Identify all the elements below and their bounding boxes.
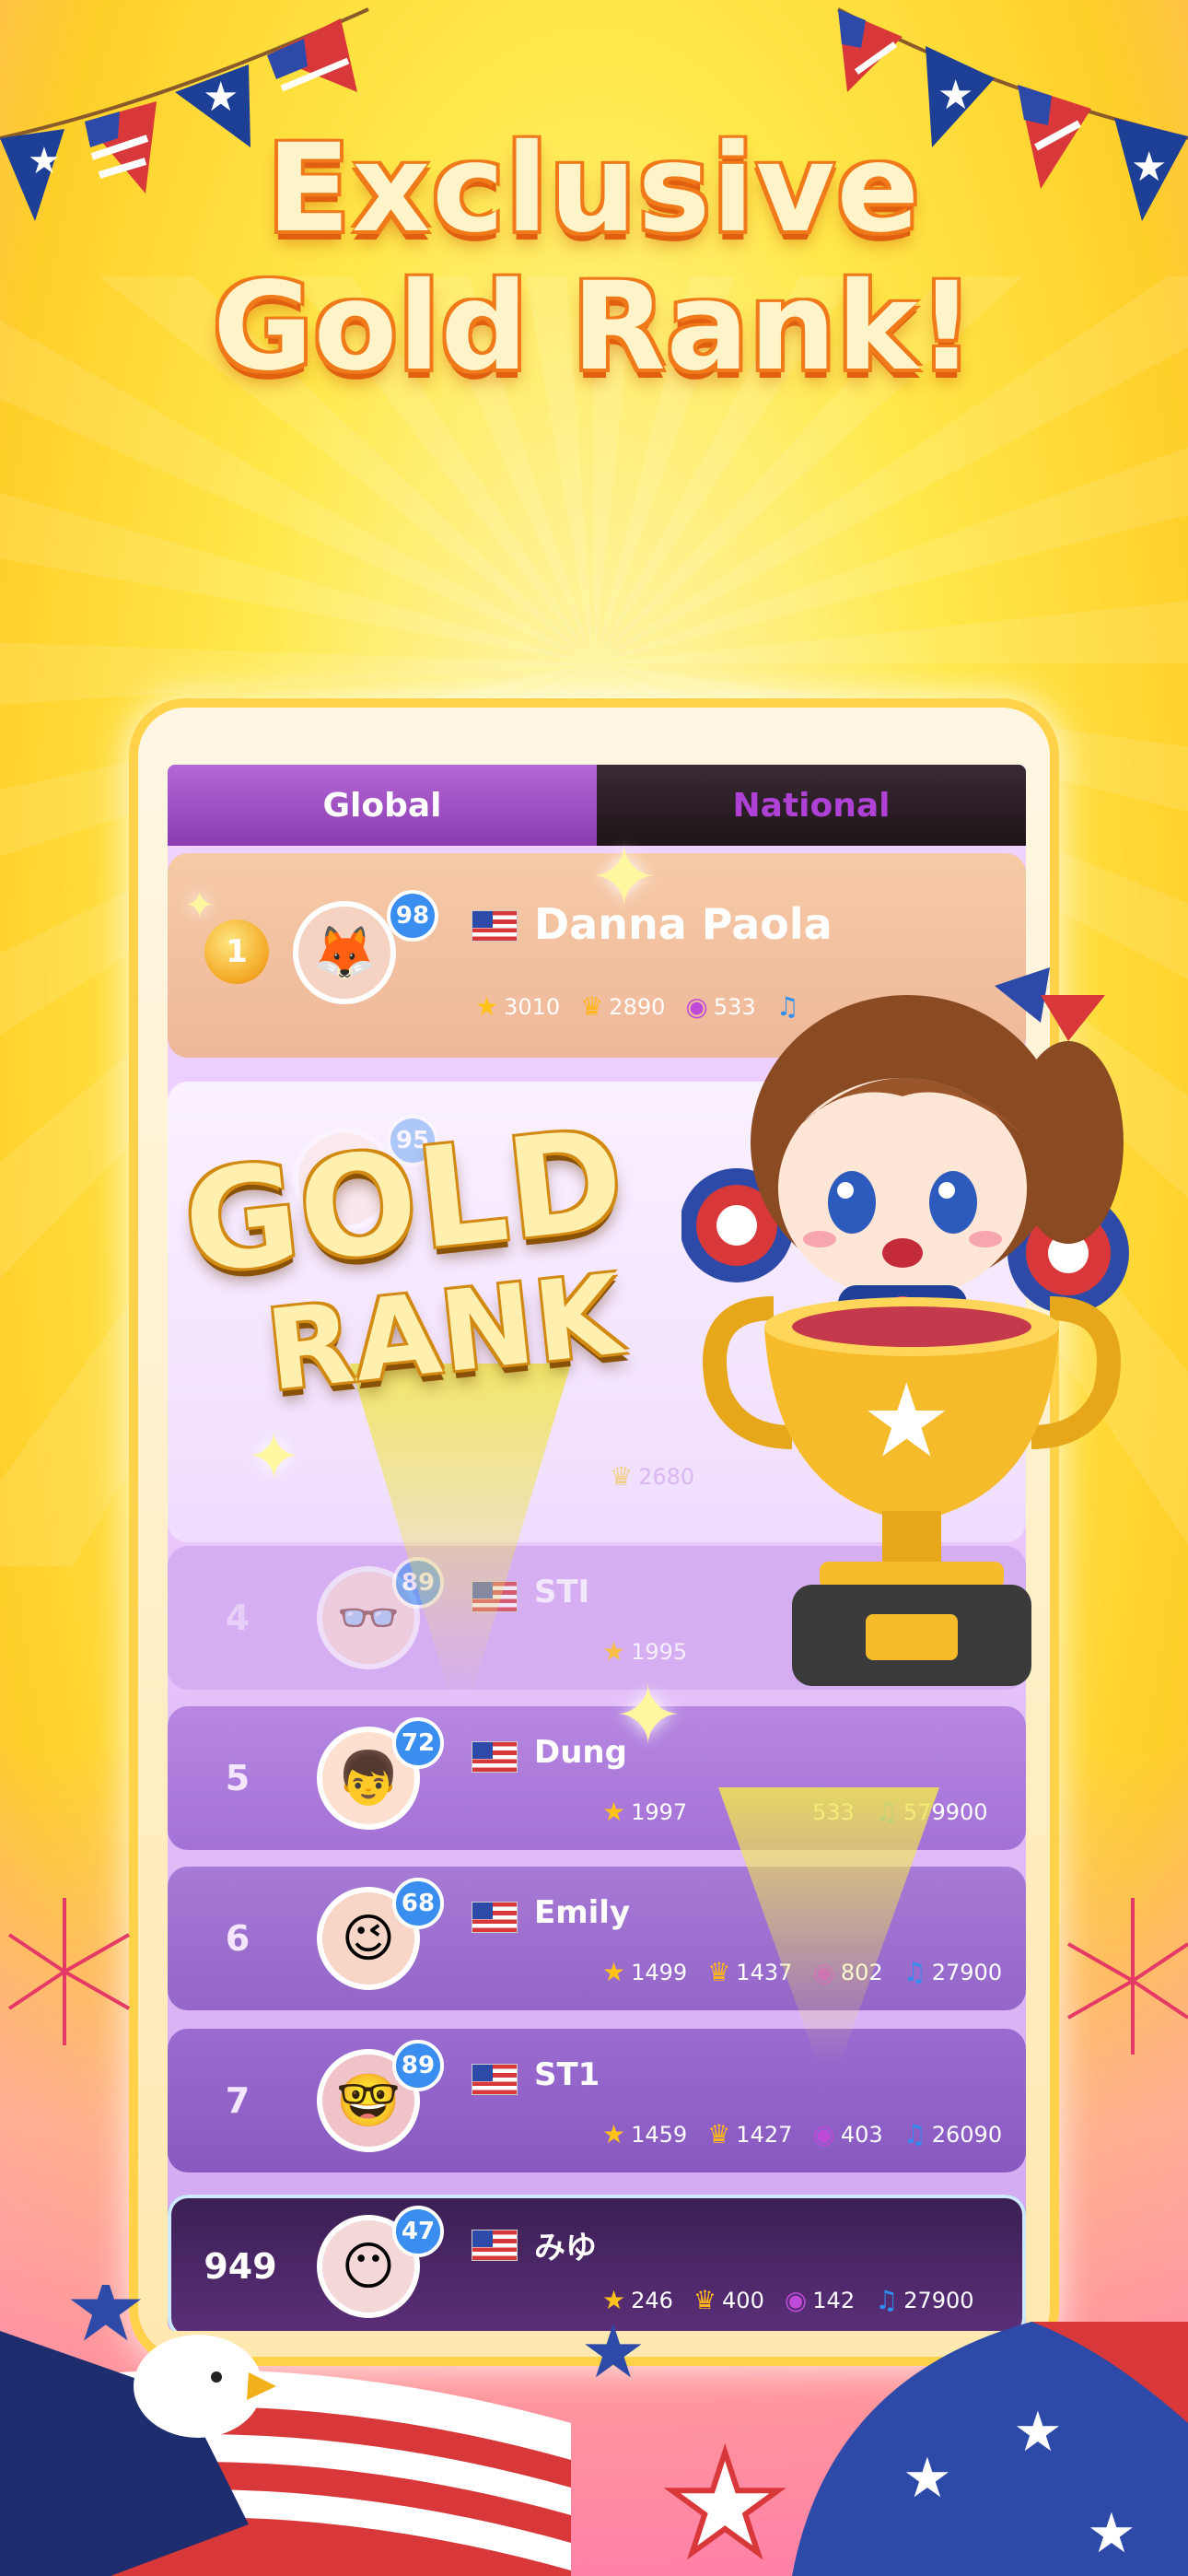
- headline-line-2: Gold Rank!: [213, 256, 975, 398]
- firework-decoration: [7, 1898, 130, 2045]
- sparkle-icon: ✦: [613, 1668, 683, 1764]
- star-icon: ★: [475, 991, 499, 1022]
- rank-number: 4: [225, 1598, 250, 1638]
- level-badge: 89: [392, 2040, 444, 2091]
- svg-text:★: ★: [938, 72, 973, 119]
- crown-icon: ♛: [580, 991, 604, 1022]
- stat-notes: 27900: [931, 1959, 1003, 1985]
- tab-global[interactable]: Global: [168, 765, 597, 846]
- player-stats: ★ 1997: [602, 1797, 687, 1827]
- rank-number: 949: [204, 2246, 277, 2287]
- player-name: Danna Paola: [534, 899, 833, 949]
- stat-stars: 1459: [631, 2121, 688, 2148]
- stat-notes: 26090: [931, 2121, 1003, 2148]
- us-flag-icon: [472, 1902, 518, 1933]
- bunting-flag: [267, 18, 357, 92]
- stat-crowns: 2890: [609, 993, 666, 1020]
- player-name: Emily: [534, 1894, 631, 1931]
- level-badge: 47: [392, 2206, 444, 2257]
- firework-decoration: [1067, 1898, 1188, 2055]
- tab-national[interactable]: National: [597, 765, 1026, 846]
- gold-medal-icon: 1: [204, 919, 269, 984]
- level-badge: 72: [392, 1717, 444, 1769]
- sparkle-icon: ✦: [184, 884, 215, 927]
- svg-text:★: ★: [1013, 2400, 1063, 2465]
- svg-text:★: ★: [903, 2446, 952, 2511]
- svg-text:★: ★: [861, 1362, 952, 1480]
- us-flag-icon: [472, 2064, 518, 2095]
- level-badge: 68: [392, 1878, 444, 1929]
- star-icon: ★: [602, 1797, 626, 1827]
- player-name: STI: [534, 1574, 590, 1610]
- disc-icon: ◉: [812, 2119, 835, 2149]
- rank-number: 7: [225, 2080, 250, 2121]
- star-icon: ★: [602, 2119, 626, 2149]
- music-note-icon: ♫: [903, 1957, 926, 1987]
- star-icon: ★: [602, 1957, 626, 1987]
- us-flag-icon: [472, 1741, 518, 1773]
- svg-text:★: ★: [1087, 2501, 1136, 2566]
- stat-stars: 1995: [631, 1638, 688, 1665]
- star-icon: ★: [64, 2285, 147, 2362]
- stat-stars: 1997: [631, 1798, 688, 1825]
- player-name: みゆ: [534, 2230, 597, 2266]
- stat-stars: 3010: [504, 993, 561, 1020]
- sparkle-icon: ✦: [247, 1419, 301, 1494]
- sparkle-icon: ✦: [589, 829, 659, 926]
- cheerleader-mascot-illustration: ★: [681, 967, 1129, 1686]
- player-stats: ★ 1459 ♛ 1427 ◉ 403 ♫ 26090: [602, 2119, 1002, 2149]
- leaderboard-row-7[interactable]: 7 🤓 89 ST1 ★ 1459 ♛ 1427 ◉ 403 ♫ 26090: [168, 2029, 1026, 2172]
- bottom-flag-decoration: ★ ★ ★ ★ ★ ★: [0, 2285, 1188, 2576]
- star-icon: ★: [663, 2425, 786, 2576]
- crown-icon: ♛: [707, 1957, 731, 1987]
- player-name: ST1: [534, 2056, 600, 2093]
- crown-icon: ♛: [707, 2119, 731, 2149]
- avatar: 🦊: [293, 901, 396, 1004]
- rank-number: 6: [225, 1918, 250, 1959]
- bunting-flag: [838, 9, 903, 92]
- us-flag-icon: [472, 910, 518, 942]
- svg-text:★: ★: [203, 74, 239, 121]
- stat-discs: 403: [840, 2121, 883, 2148]
- music-note-icon: ♫: [903, 2119, 926, 2149]
- level-badge: 98: [387, 890, 438, 942]
- stat-stars: 1499: [631, 1959, 688, 1985]
- stat-crowns: 1427: [736, 2121, 793, 2148]
- rank-number: 5: [225, 1758, 250, 1798]
- star-icon: ★: [602, 1636, 626, 1667]
- us-flag-icon: [472, 2230, 518, 2261]
- star-icon: ★: [580, 2309, 646, 2395]
- player-stats: ★ 1995: [602, 1636, 687, 1667]
- headline-line-1: Exclusive: [266, 118, 922, 260]
- crown-icon: ♛: [610, 1461, 634, 1492]
